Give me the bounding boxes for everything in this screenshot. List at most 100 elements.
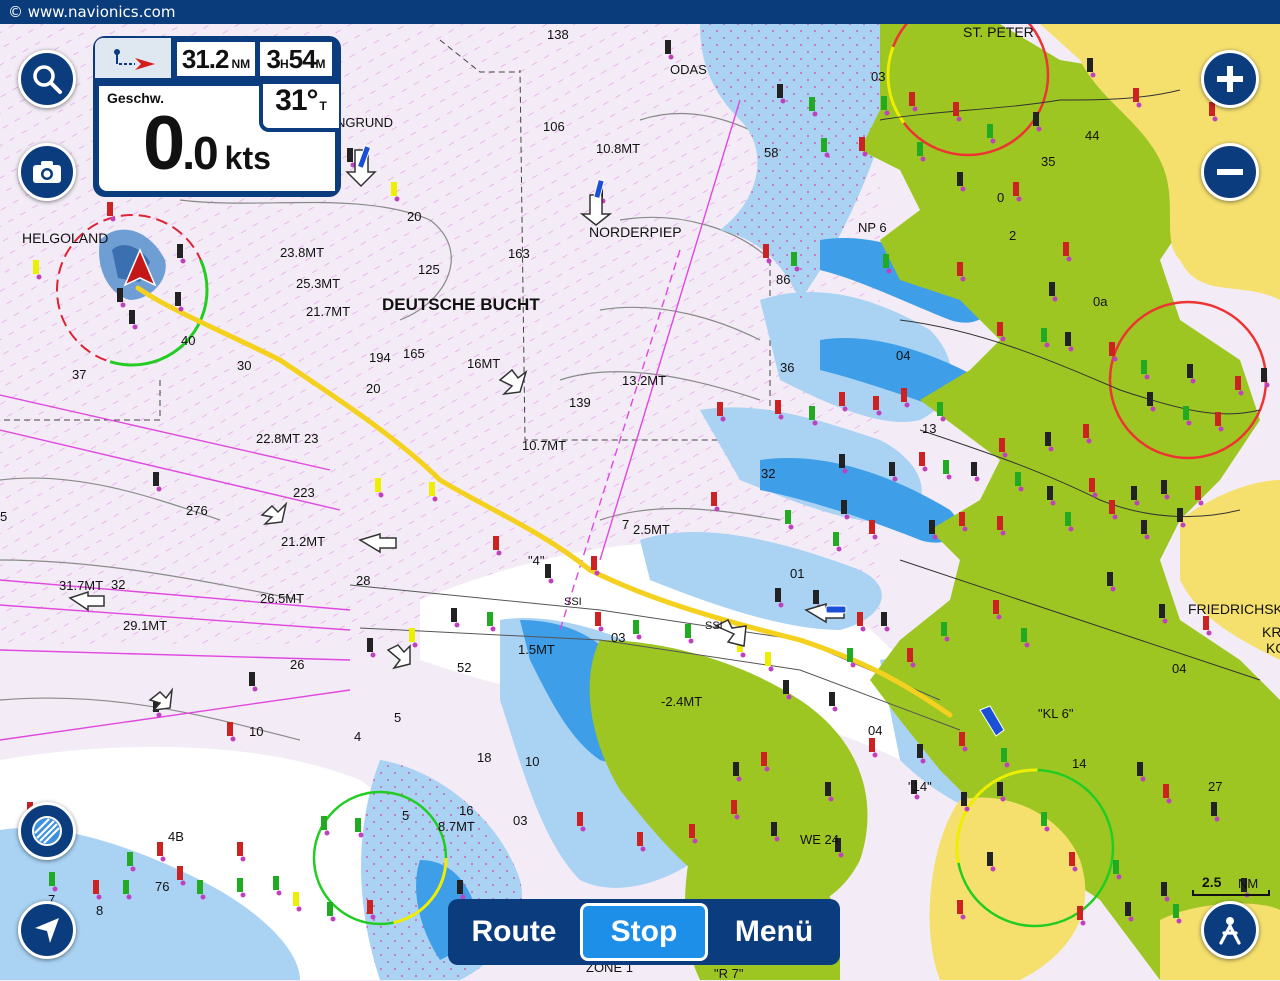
stop-button[interactable]: Stop [580, 903, 708, 961]
buoy-mark [771, 822, 777, 836]
buoy-mark [1041, 812, 1047, 826]
depth-sounding: 106 [543, 119, 565, 134]
buoy-mark [997, 782, 1003, 796]
light-flare [932, 534, 938, 540]
light-flare [1016, 196, 1022, 202]
buoy-mark [689, 824, 695, 838]
light-flare [240, 856, 246, 862]
buoy-mark [367, 638, 373, 652]
buoy-mark [941, 622, 947, 636]
light-flare [180, 880, 186, 886]
zoom-in-button[interactable] [1201, 50, 1259, 108]
light-label: 10.8MT [596, 141, 641, 156]
buoy-mark [929, 520, 935, 534]
buoy-mark [1041, 328, 1047, 342]
light-flare [990, 138, 996, 144]
light-flare [844, 514, 850, 520]
buoy-mark [957, 900, 963, 914]
depth-sounding: 139 [569, 395, 591, 410]
light-flare [1112, 356, 1118, 362]
scale-ruler [1192, 890, 1270, 896]
buoy-mark [717, 402, 723, 416]
buoy-mark [809, 97, 815, 111]
navigation-info-panel[interactable]: 31.2 NM 3 H 54 M Geschw. 0 .0 kts 31° T [93, 36, 341, 197]
buoy-mark [493, 536, 499, 550]
place-label: KO [1266, 640, 1280, 656]
light-flare [1024, 642, 1030, 648]
place-label: NP 6 [858, 220, 887, 235]
light-flare [1198, 500, 1204, 506]
light-flare [940, 416, 946, 422]
buoy-mark [177, 244, 183, 258]
light-flare [1218, 426, 1224, 432]
route-button[interactable]: Route [452, 903, 576, 961]
light-flare [778, 602, 784, 608]
scale-bar: 2.5 NM [1192, 874, 1272, 896]
buoy-mark [1069, 852, 1075, 866]
buoy-mark [665, 40, 671, 54]
light-flare [884, 110, 890, 116]
light-flare [580, 826, 586, 832]
light-flare [910, 662, 916, 668]
light-flare [1134, 500, 1140, 506]
gps-location-button[interactable] [18, 901, 76, 959]
light-flare [432, 496, 438, 502]
buoy-mark [859, 137, 865, 151]
buoy-mark [971, 462, 977, 476]
light-flare [240, 892, 246, 898]
buoy-mark [177, 866, 183, 880]
search-icon [33, 65, 62, 94]
light-flare [860, 626, 866, 632]
light-flare [786, 694, 792, 700]
depth-sounding: 125 [418, 262, 440, 277]
light-flare [842, 468, 848, 474]
camera-button[interactable] [18, 143, 76, 201]
depth-sounding: 76 [155, 879, 170, 894]
light-flare [1080, 920, 1086, 926]
buoy-mark [633, 620, 639, 634]
depth-sounding: 0a [1093, 294, 1108, 309]
light-flare [454, 622, 460, 628]
light-label: 25.3MT [296, 276, 341, 291]
buoy-mark [1107, 572, 1113, 586]
buoy-mark [1183, 406, 1189, 420]
buoy-mark [429, 482, 435, 496]
buoy-mark [1177, 508, 1183, 522]
buoy-mark [1211, 802, 1217, 816]
zoom-out-button[interactable] [1201, 143, 1259, 201]
buoy-mark [227, 722, 233, 736]
buoy-mark [1133, 88, 1139, 102]
time-hours-unit: H [279, 57, 289, 71]
account-button[interactable] [1201, 901, 1259, 959]
light-flare [1086, 438, 1092, 444]
buoy-mark [637, 832, 643, 846]
light-flare [812, 420, 818, 426]
buoy-mark [237, 878, 243, 892]
buoy-mark [1047, 486, 1053, 500]
light-flare [838, 852, 844, 858]
light-flare [736, 776, 742, 782]
buoy-mark [591, 556, 597, 570]
buoy-mark [355, 818, 361, 832]
buoy-mark [829, 692, 835, 706]
light-flare [812, 111, 818, 117]
light-flare [714, 506, 720, 512]
buoy-mark [347, 148, 353, 162]
light-flare [496, 550, 502, 556]
light-flare [974, 476, 980, 482]
sonarchart-button[interactable] [18, 802, 76, 860]
light-flare [548, 578, 554, 584]
depth-sounding: 44 [1085, 128, 1100, 143]
buoy-mark [595, 612, 601, 626]
light-flare [904, 402, 910, 408]
buoy-mark [327, 902, 333, 916]
buoy-mark [785, 510, 791, 524]
time-minutes-unit: M [315, 57, 326, 71]
depth-sounding: 03 [611, 630, 626, 645]
menu-button[interactable]: Menü [712, 903, 836, 961]
search-button[interactable] [18, 50, 76, 108]
buoy-mark [953, 102, 959, 116]
depth-sounding: 10 [525, 754, 540, 769]
light-flare [944, 636, 950, 642]
buoy-mark [1083, 424, 1089, 438]
